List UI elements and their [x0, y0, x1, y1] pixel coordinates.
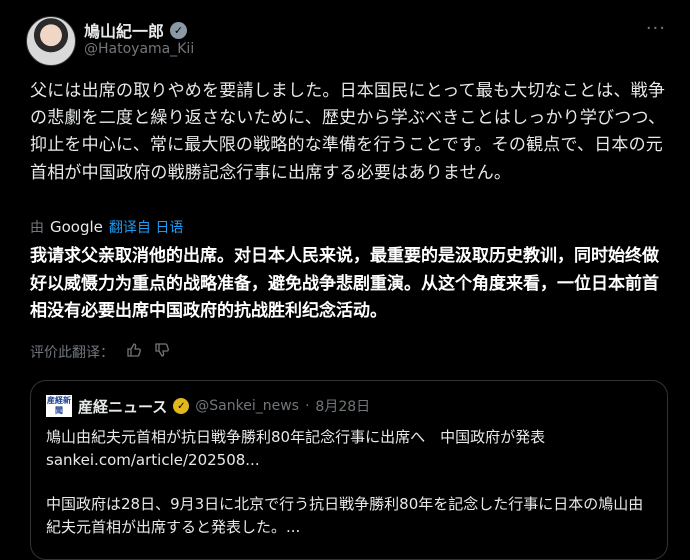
quoted-headline: 鳩山由紀夫元首相が抗日戦争勝利80年記念行事に出席へ 中国政府が発表: [46, 428, 546, 446]
more-options-icon[interactable]: ···: [646, 18, 666, 39]
quoted-post-text: 鳩山由紀夫元首相が抗日戦争勝利80年記念行事に出席へ 中国政府が発表 sanke…: [46, 426, 656, 538]
post-original-text: 父には出席の取りやめを要請しました。日本国民にとって最も大切なことは、戦争の悲劇…: [30, 81, 666, 183]
quoted-body: 中国政府は28日、9月3日に北京で行う抗日戦争勝利80年を記念した行事に日本の鳩…: [46, 495, 644, 536]
author-avatar[interactable]: [26, 16, 76, 66]
rate-translation-row: 评价此翻译：: [30, 342, 170, 362]
quoted-link[interactable]: sankei.com/article/202508...: [46, 449, 656, 472]
thumbs-up-icon[interactable]: [126, 342, 142, 362]
verified-badge-icon: ✓: [170, 21, 188, 39]
quoted-post-date[interactable]: 8月28日: [315, 396, 370, 416]
thumbs-down-icon[interactable]: [154, 342, 170, 362]
translation-attribution: 由 Google 翻译自 日语: [30, 217, 183, 237]
quoted-author-handle[interactable]: @Sankei_news: [195, 398, 299, 414]
author-name-row: 鳩山紀一郎 ✓: [84, 18, 188, 42]
author-handle[interactable]: @Hatoyama_Kii: [84, 41, 194, 57]
quoted-post-header: 産経新聞 産経ニュース ✓ @Sankei_news · 8月28日: [46, 395, 370, 417]
translated-by-prefix: 由: [30, 220, 44, 236]
translated-from-link[interactable]: 翻译自 日语: [109, 217, 183, 237]
post-translated-text: 我请求父亲取消他的出席。对日本人民来说，最重要的是汲取历史教训，同时始终做好以威…: [30, 246, 659, 321]
separator-dot: ·: [304, 398, 310, 414]
gold-verified-badge-icon: ✓: [173, 398, 190, 414]
google-logo: Google: [50, 218, 103, 236]
rate-translation-label: 评价此翻译：: [30, 345, 114, 361]
author-name[interactable]: 鳩山紀一郎: [84, 18, 164, 42]
quoted-author-name[interactable]: 産経ニュース: [78, 396, 167, 417]
sankei-logo: 産経新聞: [46, 395, 72, 417]
